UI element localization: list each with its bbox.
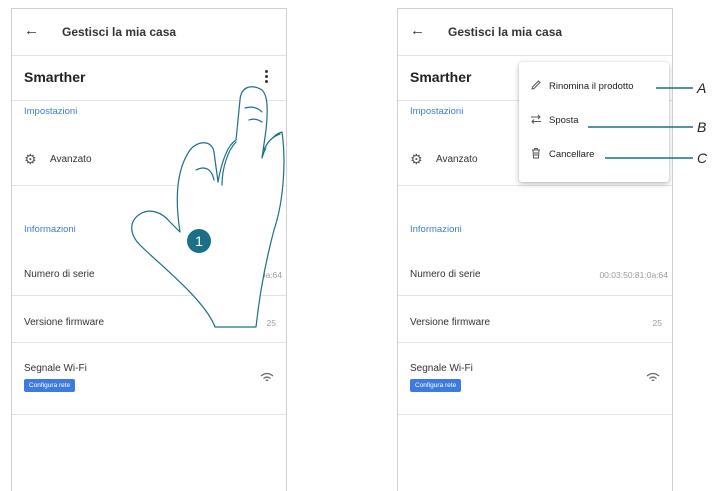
callout-lines — [588, 87, 693, 159]
callout-label-c: C — [697, 150, 708, 166]
callout-label-b: B — [697, 119, 707, 135]
callout-label-a: A — [697, 80, 707, 96]
